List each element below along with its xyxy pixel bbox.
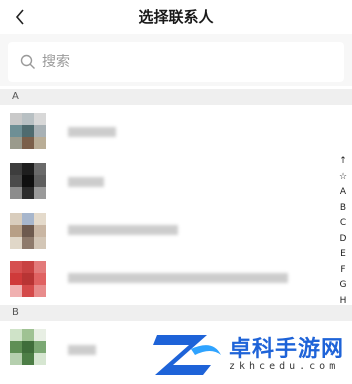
avatar-pixel — [10, 353, 22, 365]
page-title: 选择联系人 — [138, 8, 214, 26]
avatar-pixel — [22, 261, 34, 273]
search-icon — [20, 54, 35, 69]
avatar-pixel — [34, 273, 46, 285]
avatar-pixel — [34, 353, 46, 365]
avatar-pixel — [34, 225, 46, 237]
avatar-pixel — [10, 273, 22, 285]
contact-row[interactable] — [0, 255, 340, 303]
index-item-star[interactable]: ☆ — [339, 170, 347, 186]
alphabet-index-bar[interactable]: ↑ ☆ A B C D E F G H — [336, 154, 350, 309]
avatar-pixel — [34, 329, 46, 341]
avatar-pixel — [22, 273, 34, 285]
index-item-top[interactable]: ↑ — [339, 154, 347, 170]
avatar-pixel — [22, 125, 34, 137]
avatar-pixel — [34, 213, 46, 225]
search-box[interactable] — [8, 42, 344, 82]
avatar-pixel — [34, 137, 46, 149]
index-item-h[interactable]: H — [340, 294, 347, 310]
contact-row[interactable] — [0, 157, 340, 205]
index-item-e[interactable]: E — [340, 247, 346, 263]
avatar-pixel — [34, 261, 46, 273]
avatar — [10, 261, 46, 297]
avatar-pixel — [22, 285, 34, 297]
avatar — [10, 329, 46, 365]
avatar-pixel — [22, 237, 34, 249]
avatar-pixel — [10, 213, 22, 225]
contact-name-redacted — [68, 177, 104, 187]
avatar-pixel — [22, 175, 34, 187]
avatar-pixel — [10, 175, 22, 187]
avatar-pixel — [34, 175, 46, 187]
index-item-b[interactable]: B — [340, 201, 346, 217]
index-item-a[interactable]: A — [340, 185, 346, 201]
section-header-a: A — [0, 89, 352, 105]
avatar-pixel — [34, 341, 46, 353]
avatar-pixel — [10, 225, 22, 237]
section-header-b: B — [0, 305, 352, 321]
avatar-pixel — [34, 237, 46, 249]
avatar — [10, 113, 46, 149]
avatar-pixel — [10, 163, 22, 175]
index-item-d[interactable]: D — [340, 232, 347, 248]
avatar-pixel — [22, 225, 34, 237]
watermark-domain: zkhcedu.com — [229, 361, 340, 372]
watermark-logo-icon — [153, 335, 221, 375]
avatar-pixel — [10, 113, 22, 125]
avatar-pixel — [22, 329, 34, 341]
avatar-pixel — [22, 213, 34, 225]
avatar-pixel — [34, 285, 46, 297]
watermark: 卓科手游网 zkhcedu.com — [145, 323, 352, 384]
avatar-pixel — [10, 137, 22, 149]
avatar-pixel — [22, 187, 34, 199]
avatar-pixel — [10, 329, 22, 341]
search-input[interactable] — [42, 54, 242, 70]
contact-name-redacted — [68, 273, 288, 283]
avatar-pixel — [22, 341, 34, 353]
avatar-pixel — [22, 353, 34, 365]
nav-bar: 选择联系人 — [0, 0, 352, 34]
avatar-pixel — [34, 187, 46, 199]
contact-row[interactable] — [0, 207, 340, 255]
avatar-pixel — [10, 125, 22, 137]
avatar-pixel — [10, 341, 22, 353]
avatar-pixel — [22, 113, 34, 125]
watermark-title: 卓科手游网 — [229, 337, 345, 362]
index-item-g[interactable]: G — [340, 278, 347, 294]
avatar-pixel — [10, 285, 22, 297]
avatar-pixel — [22, 137, 34, 149]
avatar-pixel — [34, 113, 46, 125]
contact-row[interactable] — [0, 107, 340, 155]
avatar-pixel — [10, 187, 22, 199]
avatar-pixel — [22, 163, 34, 175]
index-item-f[interactable]: F — [340, 263, 345, 279]
contact-name-redacted — [68, 345, 96, 355]
avatar-pixel — [34, 163, 46, 175]
avatar-pixel — [10, 261, 22, 273]
contact-name-redacted — [68, 225, 178, 235]
index-item-c[interactable]: C — [340, 216, 346, 232]
avatar — [10, 163, 46, 199]
avatar-pixel — [34, 125, 46, 137]
search-area — [0, 34, 352, 86]
avatar — [10, 213, 46, 249]
contact-name-redacted — [68, 127, 116, 137]
avatar-pixel — [10, 237, 22, 249]
